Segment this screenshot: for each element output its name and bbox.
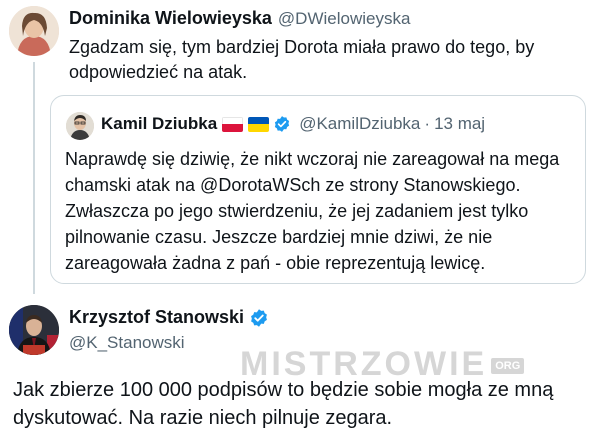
author-name[interactable]: Krzysztof Stanowski bbox=[69, 307, 244, 328]
tweet3-text: Jak zbierze 100 000 podpisów to będzie s… bbox=[13, 379, 554, 429]
verified-badge-icon bbox=[275, 116, 290, 132]
quote-date[interactable]: 13 maj bbox=[434, 114, 485, 134]
avatar-krzysztof[interactable] bbox=[9, 305, 59, 355]
quote-text: Naprawdę się dziwię, że nikt wczoraj nie… bbox=[65, 149, 560, 273]
quote-header: Kamil Dziubka @KamilDziubka · 13 maj bbox=[101, 114, 485, 134]
quote-author-name[interactable]: Kamil Dziubka bbox=[101, 114, 217, 134]
watermark-suffix: ORG bbox=[491, 358, 525, 375]
quote-author-handle[interactable]: @KamilDziubka bbox=[299, 114, 420, 134]
avatar-dominika[interactable] bbox=[9, 6, 59, 56]
author-handle[interactable]: @DWielowieyska bbox=[278, 9, 411, 28]
verified-badge-icon bbox=[251, 308, 267, 327]
thread-connector bbox=[33, 62, 35, 294]
avatar-kamil[interactable] bbox=[66, 112, 94, 140]
flag-poland-icon bbox=[222, 116, 244, 132]
tweet1-text: Zgadzam się, tym bardziej Dorota miała p… bbox=[69, 37, 535, 82]
tweet1-header: Dominika Wielowieyska @DWielowieyska bbox=[69, 8, 410, 29]
separator-dot: · bbox=[424, 114, 431, 133]
author-name[interactable]: Dominika Wielowieyska bbox=[69, 8, 272, 28]
flag-ukraine-icon bbox=[248, 116, 270, 132]
tweet3-header: Krzysztof Stanowski bbox=[69, 307, 269, 328]
author-handle[interactable]: @K_Stanowski bbox=[69, 333, 185, 353]
